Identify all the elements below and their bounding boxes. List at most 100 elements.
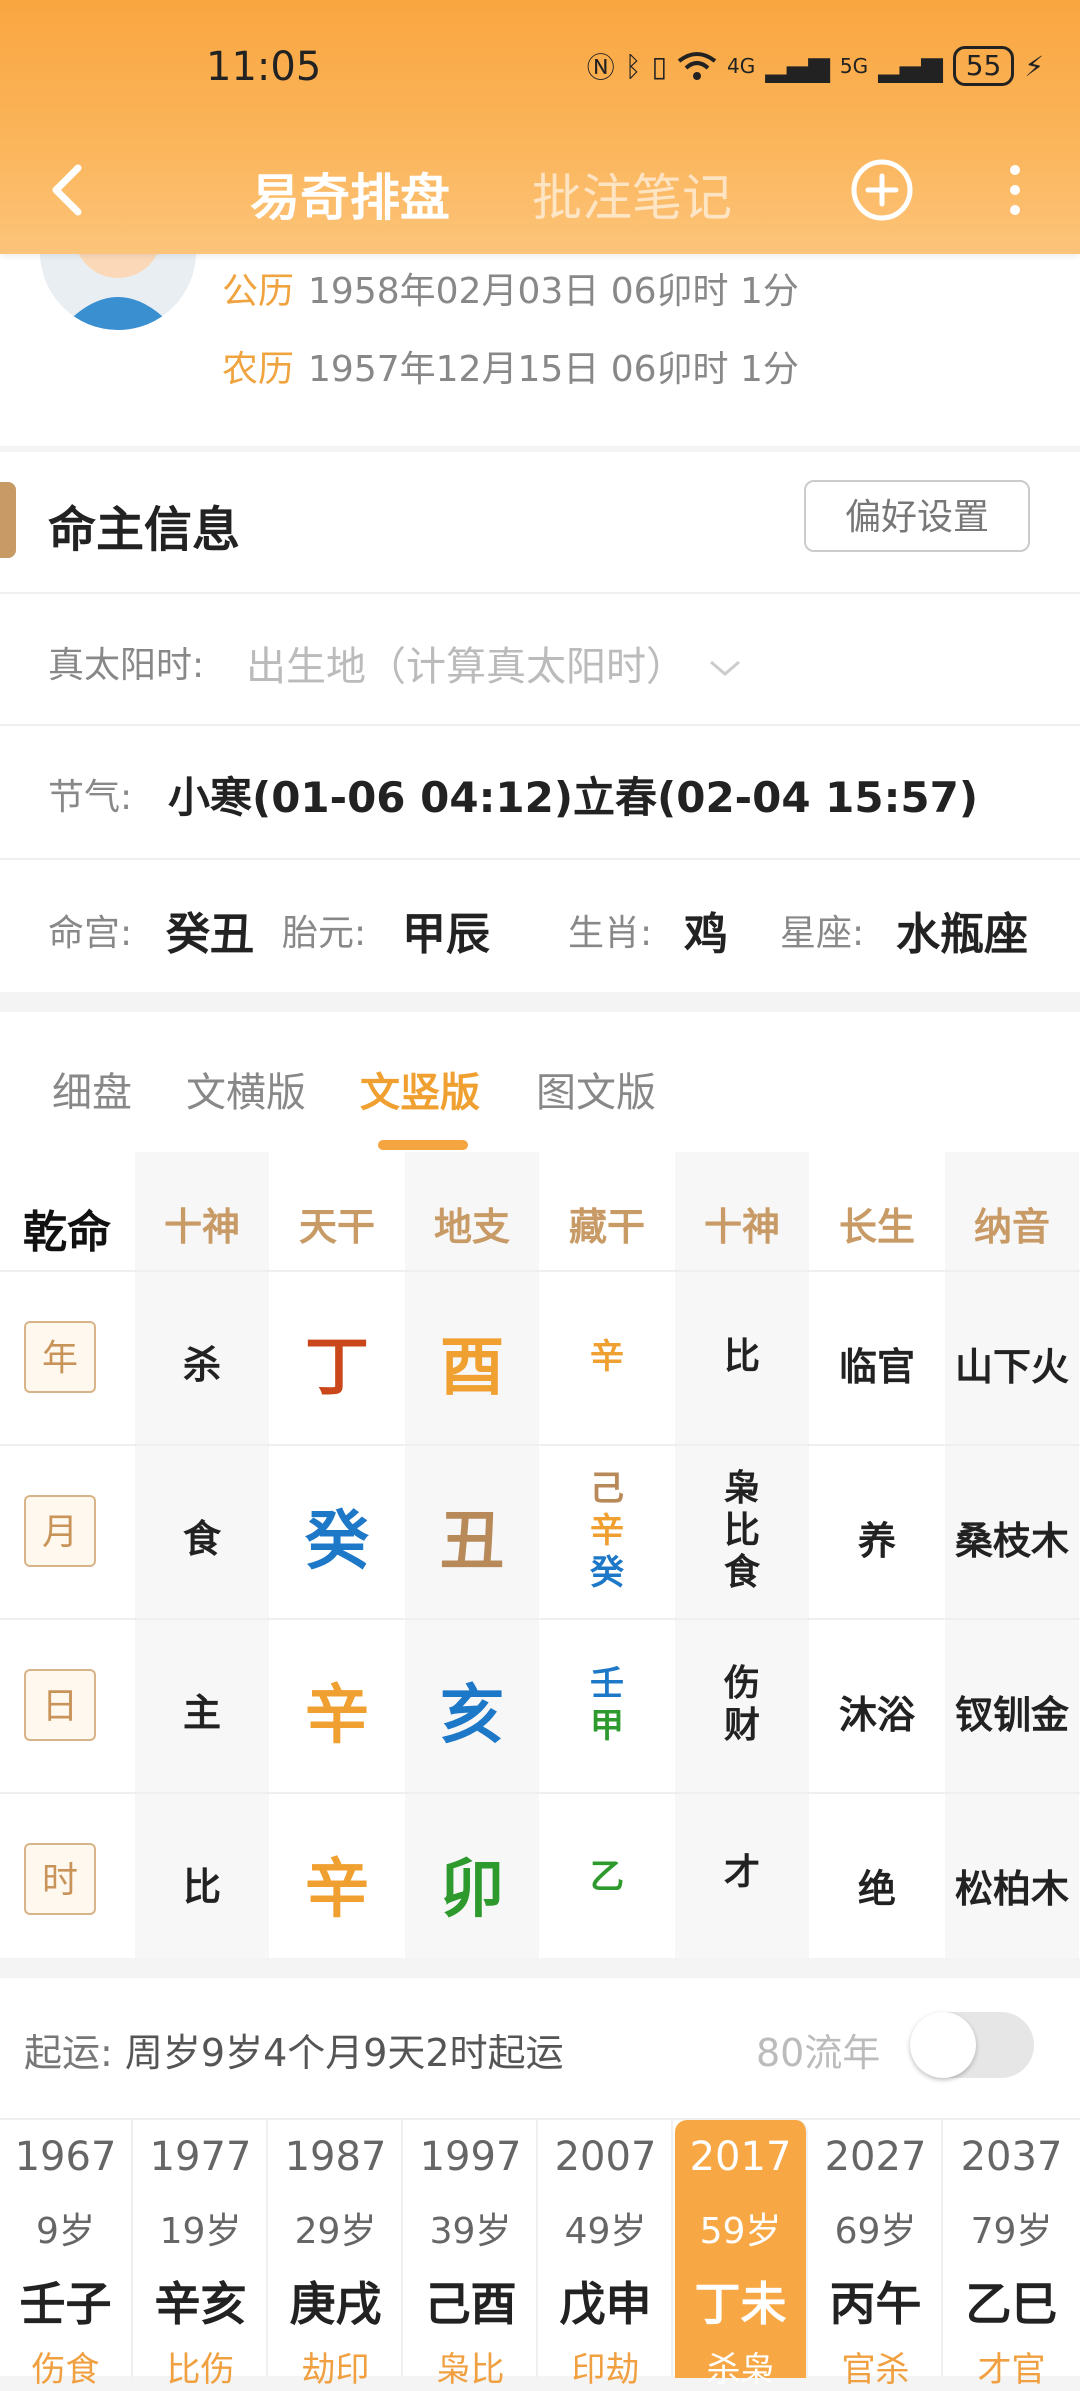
dayun-item[interactable]: 1987 29岁 庚戌 劫印 — [270, 2120, 403, 2390]
year-gan: 丁 — [305, 1331, 369, 1405]
row-divider — [0, 1792, 1080, 1794]
tab-wenshuban[interactable]: 文竖版 — [360, 1060, 480, 1118]
signal-bars-icon: ▂▄▆ — [878, 49, 943, 83]
row-divider — [0, 1444, 1080, 1446]
xingzuo-value: 水瓶座 — [896, 909, 1028, 960]
header-shishen: 十神 — [163, 1205, 240, 1249]
battery-icon: 55 — [952, 46, 1015, 86]
month-gan: 癸 — [305, 1505, 369, 1579]
year-zhi-shishen: 比 — [723, 1336, 760, 1377]
back-icon[interactable] — [40, 160, 100, 220]
pillar-year-tag: 年 — [24, 1321, 96, 1393]
dayun-list: 1967 9岁 壬子 伤食 1977 19岁 辛亥 比伤 1987 29岁 庚戌… — [0, 2118, 1080, 2390]
year-shishen: 杀 — [182, 1343, 221, 1387]
header-canggan: 藏干 — [568, 1205, 645, 1249]
dayun-item[interactable]: 2037 79岁 乙巳 才官 — [945, 2120, 1078, 2390]
shengxiao-value: 鸡 — [684, 909, 728, 960]
status-time: 11:05 — [206, 44, 322, 90]
day-zhi: 亥 — [440, 1679, 504, 1753]
month-zhi: 丑 — [440, 1505, 504, 1579]
liunian-toggle[interactable] — [910, 2012, 1034, 2078]
dayun-item-current[interactable]: 2017 59岁 丁未 杀枭 — [675, 2120, 808, 2390]
row-divider — [0, 1270, 1080, 1272]
solar-date-row: 公历 1958年02月03日 06卯时 1分 — [222, 262, 799, 314]
hour-gan: 辛 — [305, 1853, 369, 1927]
month-zhi-shishen: 枭 比 食 — [723, 1468, 760, 1593]
dayun-item[interactable]: 1967 9岁 壬子 伤食 — [0, 2120, 133, 2390]
dayun-item[interactable]: 2027 69岁 丙午 官杀 — [810, 2120, 943, 2390]
day-nayin: 钗钏金 — [954, 1693, 1069, 1737]
liunian-label: 80流年 — [756, 2031, 881, 2075]
section-marker — [0, 482, 16, 558]
bazi-chart-section: 细盘 文横版 文竖版 图文版 乾命 十神 天干 地支 藏干 十神 长生 纳音 年… — [0, 1012, 1080, 1958]
day-zhi-shishen: 伤 财 — [723, 1663, 760, 1746]
birthplace-select[interactable]: 出生地（计算真太阳时） — [246, 634, 743, 692]
app-header: 11:05 Ⓝ ᛒ ▯ 4G ▂▄▆ 5G ▂▄▆ 55 ⚡ 易奇排盘 批注笔记 — [0, 0, 1080, 254]
minggong-value: 癸丑 — [166, 909, 254, 960]
add-icon[interactable] — [850, 158, 914, 222]
lunar-value: 1957年12月15日 06卯时 1分 — [308, 349, 799, 390]
header-qianming: 乾命 — [23, 1207, 111, 1258]
status-icons: Ⓝ ᛒ ▯ 4G ▂▄▆ 5G ▂▄▆ 55 ⚡ — [587, 46, 1044, 86]
bluetooth-icon: ᛒ — [624, 49, 642, 83]
taiyuan-value: 甲辰 — [402, 909, 490, 960]
dayun-item[interactable]: 2007 49岁 戊申 印劫 — [540, 2120, 673, 2390]
day-gan: 辛 — [305, 1679, 369, 1753]
minggong-label: 命宫: — [48, 913, 133, 954]
more-icon[interactable] — [1000, 160, 1030, 220]
signal-bars-icon: ▂▄▆ — [765, 49, 830, 83]
day-canggan: 壬 甲 — [590, 1664, 624, 1746]
tab-yiqi-paipan[interactable]: 易奇排盘 — [250, 158, 450, 230]
hour-canggan: 乙 — [590, 1857, 624, 1897]
hour-shishen: 比 — [182, 1865, 221, 1909]
avatar — [40, 254, 196, 330]
pillar-hour-tag: 时 — [24, 1843, 96, 1915]
solar-value: 1958年02月03日 06卯时 1分 — [308, 271, 799, 312]
signal-5g-icon: 5G — [839, 54, 869, 78]
tab-tuwenban[interactable]: 图文版 — [536, 1060, 656, 1118]
charging-icon: ⚡ — [1024, 49, 1044, 83]
year-nayin: 山下火 — [954, 1345, 1069, 1389]
row-divider — [0, 1618, 1080, 1620]
preference-settings-button[interactable]: 偏好设置 — [804, 480, 1030, 552]
owner-info-section: 命主信息 偏好设置 真太阳时: 出生地（计算真太阳时） 节气: 小寒(01-06… — [0, 452, 1080, 992]
wifi-icon — [677, 52, 717, 80]
tab-pizhu-biji[interactable]: 批注笔记 — [532, 158, 732, 230]
nfc-icon: Ⓝ — [586, 51, 615, 84]
true-solar-time-row[interactable]: 真太阳时: 出生地（计算真太阳时） — [0, 592, 1080, 728]
year-canggan: 辛 — [590, 1337, 624, 1377]
chevron-down-icon — [709, 660, 740, 676]
lunar-label: 农历 — [222, 349, 295, 390]
day-changsheng: 沐浴 — [838, 1693, 915, 1737]
tab-wenhengban[interactable]: 文横版 — [186, 1060, 306, 1118]
nav-bar: 易奇排盘 批注笔记 — [0, 140, 1080, 240]
year-changsheng: 临官 — [838, 1345, 915, 1389]
tab-indicator — [378, 1140, 468, 1150]
month-changsheng: 养 — [857, 1519, 896, 1563]
solar-term-label: 节气: — [48, 777, 133, 818]
toggle-knob — [910, 2012, 976, 2078]
tab-xipan[interactable]: 细盘 — [52, 1060, 132, 1118]
month-canggan: 己 辛 癸 — [590, 1469, 624, 1593]
hour-nayin: 松柏木 — [954, 1867, 1069, 1911]
dayun-item[interactable]: 1997 39岁 己酉 枭比 — [405, 2120, 538, 2390]
misc-info-row: 命宫: 癸丑 胎元: 甲辰 生肖: 鸡 星座: 水瓶座 — [0, 858, 1080, 994]
pillar-month-tag: 月 — [24, 1495, 96, 1567]
header-tiangan: 天干 — [298, 1205, 375, 1249]
hour-zhi-shishen: 才 — [723, 1852, 760, 1893]
section-title: 命主信息 — [48, 502, 241, 558]
month-shishen: 食 — [182, 1517, 221, 1561]
header-zhi-shishen: 十神 — [703, 1205, 780, 1249]
hour-zhi: 卯 — [440, 1853, 504, 1927]
qiyun-value: 周岁9岁4个月9天2时起运 — [124, 2031, 564, 2075]
shengxiao-label: 生肖: — [568, 913, 653, 954]
lunar-date-row: 农历 1957年12月15日 06卯时 1分 — [222, 340, 799, 392]
pillar-day-tag: 日 — [24, 1669, 96, 1741]
signal-4g-icon: 4G — [727, 54, 756, 78]
bazi-grid: 乾命 十神 天干 地支 藏干 十神 长生 纳音 年 杀 丁 酉 辛 比 临官 山… — [0, 1152, 1080, 1958]
solar-term-row: 节气: 小寒(01-06 04:12)立春(02-04 15:57) — [0, 724, 1080, 860]
year-zhi: 酉 — [440, 1331, 504, 1405]
dayun-item[interactable]: 1977 19岁 辛亥 比伤 — [135, 2120, 268, 2390]
qiyun-text: 起运: 周岁9岁4个月9天2时起运 — [24, 2022, 564, 2077]
dayun-section: 起运: 周岁9岁4个月9天2时起运 80流年 1967 9岁 壬子 伤食 197… — [0, 1978, 1080, 2390]
